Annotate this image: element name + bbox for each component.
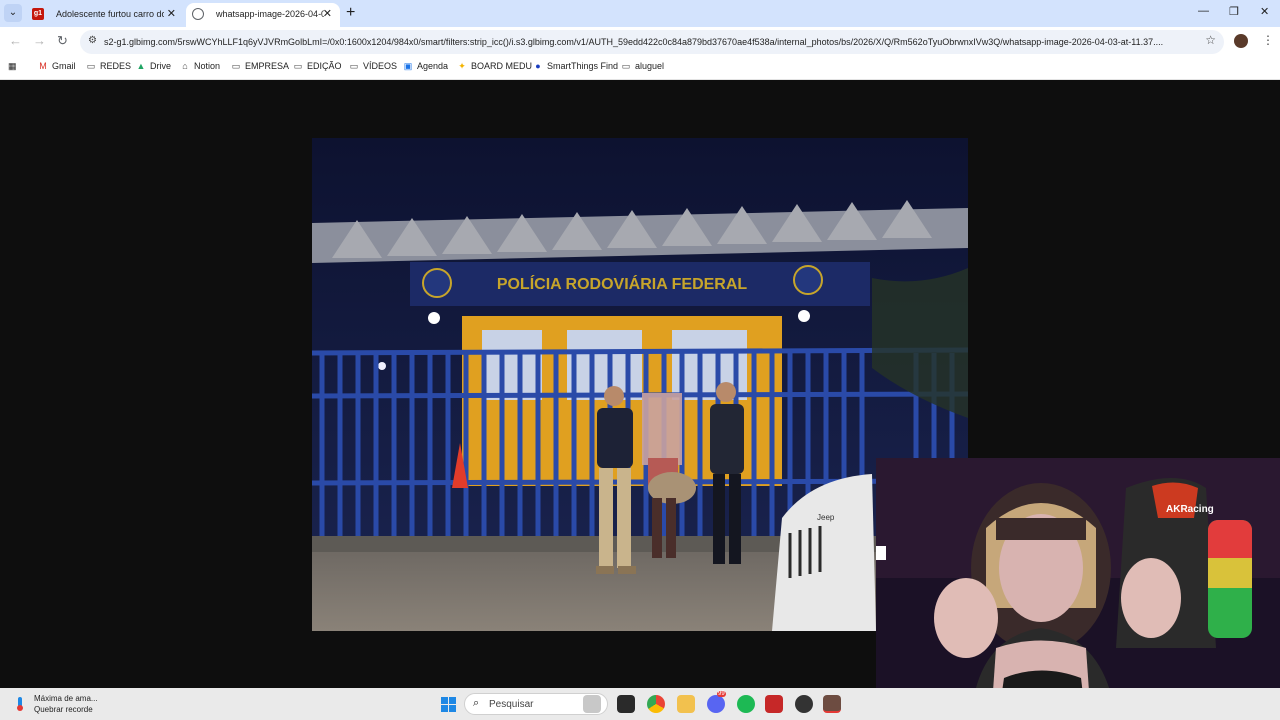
gmail-icon: M [39,61,47,71]
file-explorer-icon[interactable] [677,695,695,713]
bookmark-drive[interactable]: ▲ Drive [136,61,171,71]
search-placeholder: Pesquisar [489,699,534,710]
new-tab-button[interactable]: + [346,4,355,22]
tab-search-dropdown-icon[interactable]: ⌄ [4,4,22,22]
windows-taskbar: Máxima de ama... Quebrar recorde [0,688,1280,720]
folder-icon: ▭ [86,61,96,71]
apps-grid-icon[interactable]: ▦ [8,61,17,72]
search-highlight-icon[interactable] [583,695,601,713]
bookmark-folder-empresa[interactable]: ▭ EMPRESA [231,61,289,72]
light-icon [428,312,440,324]
police-station-scene: POLÍCIA RODOVIÁRIA FEDERAL Jeep [312,138,968,631]
calendar-icon: ▣ [403,61,413,71]
browser-toolbar: ← → ↻ ⚙ s2-g1.glbimg.com/5rswWCYhLLF1q6y… [0,27,1280,56]
search-icon: ⌕ [473,697,480,709]
bookmark-agenda[interactable]: ▣ Agenda [403,61,448,72]
smartthings-icon: ● [535,61,541,71]
bookmark-folder-aluguel[interactable]: ▭ aluguel [621,61,664,72]
url-text[interactable]: s2-g1.glbimg.com/5rswWCYhLLF1q6yVJVRmGol… [104,30,1194,54]
tab-news-article[interactable]: g1 Adolescente furtou carro dos p ✕ [26,3,184,27]
emblem-icon [793,265,823,295]
streamer-webcam: AKRacing [876,458,1280,720]
spotify-icon[interactable] [737,695,755,713]
folder-icon: ▭ [621,61,631,71]
bookmark-smartthings-find[interactable]: ● SmartThings Find [533,61,618,71]
bookmark-folder-videos[interactable]: ▭ VÍDEOS [349,61,397,72]
sparkle-icon: ✦ [458,61,466,71]
chair-logo: AKRacing [1166,504,1214,515]
light-icon [798,310,810,322]
bookmark-notion[interactable]: ⌂ Notion [180,61,220,71]
sign-text: POLÍCIA RODOVIÁRIA FEDERAL [497,274,748,293]
streaming-app-icon[interactable] [823,695,841,713]
windows-start-icon[interactable] [441,697,456,712]
chrome-icon[interactable] [647,695,665,713]
folder-icon: ▭ [231,61,241,71]
bookmark-gmail[interactable]: M Gmail [38,61,75,71]
close-tab-icon[interactable]: ✕ [323,3,332,25]
bookmark-folder-edicao[interactable]: ▭ EDIÇÃO [293,61,342,72]
forward-arrow-icon[interactable]: → [33,33,46,48]
g1-favicon-icon: g1 [32,8,44,20]
notion-icon: ⌂ [182,61,188,71]
reload-icon[interactable]: ↻ [57,33,68,49]
bookmark-board-medu[interactable]: ✦ BOARD MEDU [457,61,532,72]
webcam-overlay: AKRacing [876,458,1280,720]
tab-title: whatsapp-image-2026-04-03-a [216,9,324,19]
weather-text: Máxima de ama... Quebrar recorde [34,693,98,715]
right-hand [1121,558,1181,638]
thermometer-icon [17,697,23,711]
news-photo[interactable]: POLÍCIA RODOVIÁRIA FEDERAL Jeep [312,138,968,631]
menu-kebab-icon[interactable]: ⋮ [1262,33,1274,47]
weather-subtitle: Quebrar recorde [34,705,93,714]
bookmark-star-icon[interactable]: ☆ [1205,33,1216,47]
folder-icon: ▭ [349,61,359,71]
close-tab-icon[interactable]: ✕ [167,3,176,25]
bookmark-folder-redes[interactable]: ▭ REDES [86,61,131,72]
obs-icon[interactable] [795,695,813,713]
bookmarks-bar: ▦ M Gmail ▭ REDES ▲ Drive ⌂ Notion ▭ EMPRESA … [0,56,1280,80]
folder-icon: ▭ [293,61,303,71]
discord-icon[interactable]: 99 [707,691,726,713]
globe-favicon-icon [192,8,204,20]
close-window-button[interactable]: ✕ [1260,5,1269,18]
emblem-icon [422,268,452,298]
minimize-button[interactable]: — [1198,5,1209,17]
tab-image[interactable]: whatsapp-image-2026-04-03-a ✕ [186,3,340,27]
profile-avatar[interactable] [1234,34,1248,48]
tab-strip: ⌄ g1 Adolescente furtou carro dos p ✕ wh… [0,0,1280,27]
tab-title: Adolescente furtou carro dos p [56,9,164,19]
restore-button[interactable]: ❐ [1229,5,1239,18]
site-info-icon[interactable]: ⚙ [88,35,97,46]
discord-badge: 99 [717,691,726,697]
left-hand [934,578,998,658]
drive-icon: ▲ [136,61,146,71]
weather-title: Máxima de ama... [34,694,98,703]
vehicle-badge: Jeep [817,513,835,522]
task-view-icon[interactable] [617,695,635,713]
address-bar[interactable]: ⚙ s2-g1.glbimg.com/5rswWCYhLLF1q6yVJVRmG… [80,30,1224,54]
back-arrow-icon[interactable]: ← [9,33,22,48]
audio-app-icon[interactable] [765,695,783,713]
